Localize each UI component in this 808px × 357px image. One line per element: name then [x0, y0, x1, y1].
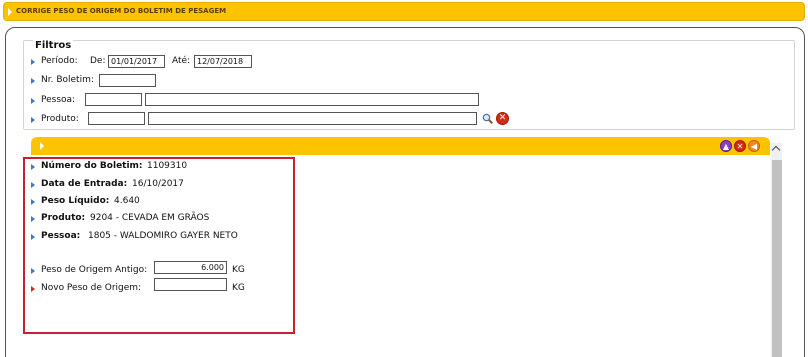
back-icon[interactable]: ◀	[748, 140, 760, 152]
bullet-icon	[31, 59, 35, 65]
up-icon[interactable]: ▲	[720, 140, 732, 152]
produto-label: Produto:	[41, 213, 86, 223]
peso-antigo-label: Peso de Origem Antigo:	[41, 265, 148, 275]
bullet-icon	[31, 164, 35, 170]
data-entrada-value: 16/10/2017	[132, 179, 184, 189]
produto-name-input[interactable]	[148, 112, 477, 125]
numero-boletim-value: 1109310	[147, 161, 188, 171]
novo-peso-unit: KG	[232, 283, 245, 293]
periodo-label: Período:	[41, 56, 78, 66]
boletim-filter-input[interactable]	[99, 74, 156, 87]
close-icon[interactable]: ✕	[734, 140, 746, 152]
date-from-input[interactable]	[108, 55, 165, 68]
filters-legend: Filtros	[33, 40, 74, 51]
ate-label: Até:	[172, 56, 191, 66]
peso-liquido-value: 4.640	[114, 196, 140, 206]
window-title: CORRIGE PESO DE ORIGEM DO BOLETIM DE PES…	[16, 7, 227, 15]
data-entrada-label: Data de Entrada:	[41, 179, 128, 189]
novo-peso-input[interactable]	[154, 278, 227, 291]
scroll-up-icon[interactable]	[771, 143, 782, 157]
details-header-bar	[31, 137, 770, 155]
bullet-icon	[31, 98, 35, 104]
boletim-filter-label: Nr. Boletim:	[41, 75, 94, 85]
pessoa-value: 1805 - WALDOMIRO GAYER NETO	[88, 231, 238, 241]
de-label: De:	[90, 56, 106, 66]
pessoa-label: Pessoa:	[41, 231, 81, 241]
bullet-icon	[31, 268, 35, 274]
bullet-icon	[31, 216, 35, 222]
bullet-icon	[31, 234, 35, 240]
bullet-icon	[31, 117, 35, 123]
search-icon[interactable]	[482, 113, 493, 124]
produto-filter-label: Produto:	[41, 114, 79, 124]
produto-code-input[interactable]	[88, 112, 145, 125]
title-arrow-icon	[8, 8, 12, 16]
clear-icon[interactable]: ✕	[496, 112, 509, 125]
title-bar: CORRIGE PESO DE ORIGEM DO BOLETIM DE PES…	[3, 2, 805, 21]
bullet-icon	[31, 78, 35, 84]
scrollbar-thumb[interactable]	[772, 160, 782, 357]
numero-boletim-label: Número do Boletim:	[41, 161, 143, 171]
peso-liquido-label: Peso Líquido:	[41, 196, 110, 206]
bullet-icon	[31, 182, 35, 188]
novo-peso-label: Novo Peso de Origem:	[41, 283, 142, 293]
peso-antigo-unit: KG	[232, 265, 245, 275]
pessoa-name-input[interactable]	[145, 93, 479, 106]
bullet-icon	[31, 199, 35, 205]
header-arrow-icon	[40, 142, 44, 150]
pessoa-filter-label: Pessoa:	[41, 95, 76, 105]
produto-value: 9204 - CEVADA EM GRÃOS	[90, 213, 210, 223]
required-bullet-icon	[31, 286, 35, 292]
peso-antigo-input[interactable]	[154, 261, 227, 274]
pessoa-code-input[interactable]	[85, 93, 142, 106]
date-to-input[interactable]	[194, 55, 252, 68]
